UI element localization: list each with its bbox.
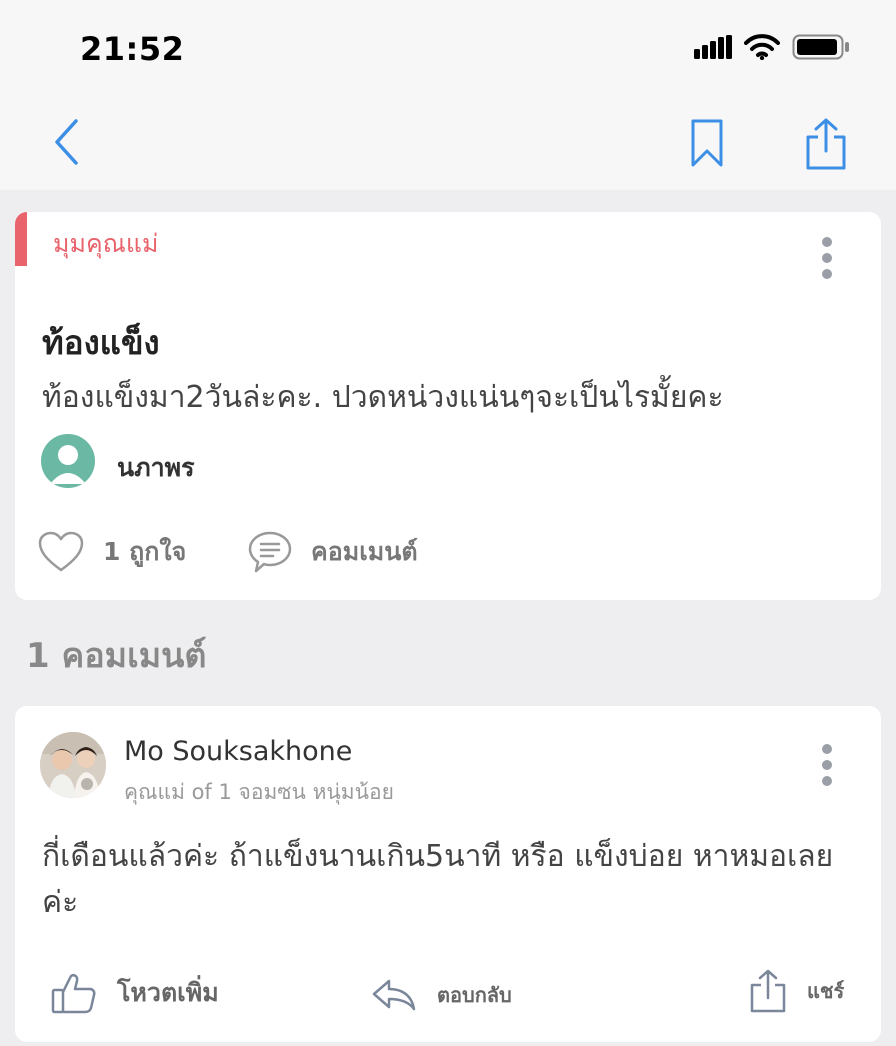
post-title: ท้องแข็ง	[42, 323, 160, 362]
post-author[interactable]: นภาพร	[117, 448, 195, 488]
post-card: มุมคุณแม่ ท้องแข็ง ท้องแข็งมา2วันล่ะคะ. …	[15, 212, 881, 600]
reply-label: ตอบกลับ	[437, 983, 512, 1007]
commenter-avatar[interactable]	[40, 732, 106, 798]
user-icon	[50, 445, 86, 484]
back-icon	[55, 119, 78, 165]
bookmark-button[interactable]	[684, 116, 730, 170]
bookmark-icon	[691, 119, 723, 167]
commenter-meta: คุณแม่ of 1 จอมซน หนุ่มน้อย	[124, 780, 394, 804]
wifi-icon	[744, 34, 780, 60]
more-icon[interactable]	[820, 744, 834, 786]
vote-button[interactable]: โหวตเพิ่ม	[51, 972, 219, 1014]
share-icon	[750, 969, 786, 1013]
post-body: ท้องแข็งมา2วันล่ะคะ. ปวดหน่วงแน่นๆจะเป็น…	[42, 380, 724, 415]
like-button[interactable]: 1 ถูกใจ	[37, 530, 186, 574]
battery-icon	[792, 34, 849, 60]
share-label: แชร์	[807, 979, 845, 1003]
like-count: 1 ถูกใจ	[103, 537, 187, 566]
signal-icon	[694, 35, 732, 59]
commenter-name[interactable]: Mo Souksakhone	[124, 736, 352, 767]
thumbs-up-icon	[51, 973, 96, 1014]
comment-icon	[248, 531, 292, 573]
avatar[interactable]	[41, 434, 95, 488]
reply-button[interactable]: ตอบกลับ	[371, 978, 512, 1012]
status-bar: 21:52	[0, 0, 896, 96]
comment-body: กี่เดือนแล้วค่ะ ถ้าแข็งนานเกิน5นาที หรือ…	[42, 839, 834, 920]
vote-label: โหวตเพิ่ม	[117, 978, 219, 1007]
nav-bar	[0, 96, 896, 190]
comments-count-heading: 1 คอมเมนต์	[26, 636, 207, 676]
back-button[interactable]	[44, 116, 88, 168]
category-marker	[15, 212, 27, 266]
more-icon[interactable]	[820, 237, 834, 279]
comment-card: Mo Souksakhone คุณแม่ of 1 จอมซน หนุ่มน้…	[15, 706, 881, 1042]
status-time: 21:52	[80, 30, 185, 68]
share-icon	[806, 118, 846, 170]
post-category[interactable]: มุมคุณแม่	[53, 224, 158, 264]
status-icons	[694, 34, 850, 60]
share-comment-button[interactable]: แชร์	[749, 968, 844, 1014]
avatar-photo	[40, 732, 106, 798]
heart-icon	[38, 531, 84, 572]
comment-button[interactable]: คอมเมนต์	[247, 530, 418, 574]
share-button[interactable]	[800, 116, 852, 172]
comment-label: คอมเมนต์	[311, 537, 418, 566]
reply-icon	[372, 979, 416, 1011]
